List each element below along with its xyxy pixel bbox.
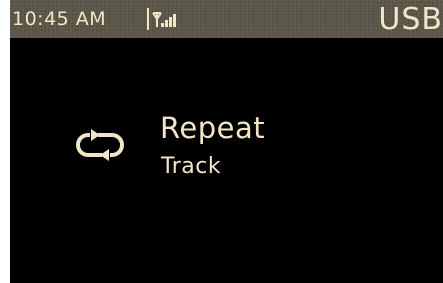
audio-source-label: USB bbox=[378, 2, 443, 37]
status-divider bbox=[147, 8, 149, 30]
signal-strength-icon bbox=[152, 12, 176, 27]
status-bar: 10:45 AM USB bbox=[10, 0, 443, 38]
mode-title: Repeat bbox=[160, 111, 266, 145]
mode-value: Track bbox=[161, 154, 222, 179]
repeat-icon bbox=[76, 129, 124, 161]
head-unit-screen: 10:45 AM USB Repeat Track bbox=[10, 0, 443, 283]
clock-time: 10:45 AM bbox=[12, 8, 107, 30]
